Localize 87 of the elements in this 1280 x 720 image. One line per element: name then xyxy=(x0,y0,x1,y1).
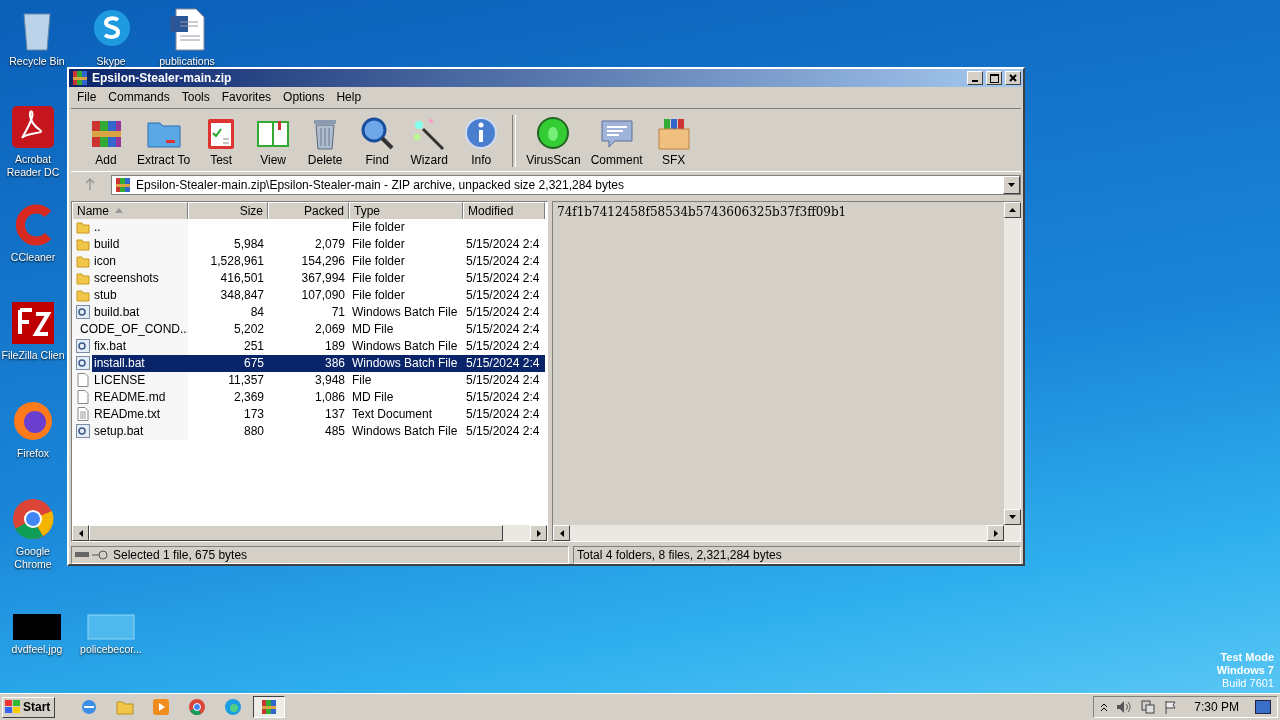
folder-icon xyxy=(76,254,90,269)
desktop-icon-label[interactable]: publications xyxy=(159,55,215,68)
speaker-icon[interactable] xyxy=(1116,700,1133,714)
window-title: Epsilon-Stealer-main.zip xyxy=(92,71,233,85)
network-icon[interactable] xyxy=(1140,700,1157,714)
left-arrow-icon xyxy=(78,529,83,537)
down-arrow-icon xyxy=(1009,515,1016,520)
close-icon xyxy=(1009,74,1017,82)
desktop-icon-label[interactable]: CCleaner xyxy=(10,251,56,264)
windows-logo-icon xyxy=(5,700,21,714)
os-info-text: Test Mode xyxy=(1220,651,1274,664)
flag-icon[interactable] xyxy=(1164,700,1179,714)
menu-item[interactable]: Tools xyxy=(175,89,216,104)
desktop-icon-label[interactable]: Acrobat Reader DC xyxy=(0,153,66,179)
close-button[interactable] xyxy=(1005,71,1021,85)
up-arrow-icon xyxy=(1009,207,1016,212)
right-arrow-icon xyxy=(993,529,998,537)
toolbar-button[interactable]: View xyxy=(248,114,299,171)
folder-icon xyxy=(76,288,90,303)
minimize-button[interactable] xyxy=(967,71,983,85)
play-icon xyxy=(152,698,171,716)
clock[interactable]: 7:30 PM xyxy=(1194,700,1239,714)
chevron-up-icon[interactable] xyxy=(1100,702,1109,712)
maximize-icon xyxy=(989,73,999,83)
fz-logo-icon xyxy=(10,300,56,346)
toolbar-button[interactable]: VirusScan xyxy=(522,114,585,171)
toolbar-button[interactable]: Delete xyxy=(300,114,351,171)
drive-key-icon xyxy=(75,550,109,560)
e-logo-icon xyxy=(80,698,99,716)
address-field[interactable]: Epsilon-Stealer-main.zip\Epsilon-Stealer-main - ZIP archive, unpacked size 2,321,284 bytes xyxy=(111,174,1021,195)
gear-file-icon xyxy=(76,424,90,439)
folder-icon xyxy=(76,220,90,235)
pdf-logo-icon xyxy=(10,104,56,150)
desktop-icon-label[interactable]: Recycle Bin xyxy=(9,55,65,68)
status-text: Selected 1 file, 675 bytes xyxy=(113,548,248,562)
gear-file-icon xyxy=(76,339,90,354)
column-header[interactable]: Modified xyxy=(463,201,545,220)
toolbar-button[interactable]: Comment xyxy=(586,114,647,171)
toolbar-button[interactable]: Add xyxy=(81,114,131,171)
folder-icon xyxy=(76,237,90,252)
folder-icon xyxy=(76,271,90,286)
desktop-icon-label[interactable]: Firefox xyxy=(16,447,50,460)
column-header[interactable]: Size xyxy=(188,201,268,220)
column-header[interactable]: Packed xyxy=(268,201,349,220)
image-thumbnail xyxy=(87,614,135,640)
toolbar-button[interactable]: Info xyxy=(456,114,507,171)
folder-icon xyxy=(116,698,135,716)
image-thumbnail xyxy=(13,614,61,640)
toolbar-button[interactable]: SFX xyxy=(648,114,699,171)
dropdown-button[interactable] xyxy=(1003,175,1020,194)
books-icon xyxy=(114,175,132,194)
menu-item[interactable]: File xyxy=(71,89,103,104)
books-icon xyxy=(260,698,279,716)
taskbar-app-button[interactable] xyxy=(253,696,286,718)
menu-item[interactable]: Favorites xyxy=(215,89,278,104)
vertical-scrollbar[interactable] xyxy=(1004,201,1020,526)
toolbar-button[interactable]: Extract To xyxy=(133,114,195,171)
maximize-button[interactable] xyxy=(986,71,1002,85)
menu-item[interactable]: Commands xyxy=(102,89,176,104)
start-button[interactable]: Start xyxy=(2,696,56,718)
menu-item[interactable]: Options xyxy=(277,89,331,104)
books-icon xyxy=(71,69,89,87)
chrome-logo-icon xyxy=(10,496,56,542)
os-info-text: Windows 7 xyxy=(1216,664,1274,677)
right-arrow-icon xyxy=(536,529,541,537)
desktop-icon-label[interactable]: Skype xyxy=(96,55,126,68)
toolbar-button[interactable]: Test xyxy=(196,114,247,171)
chrome-logo-icon xyxy=(188,698,207,716)
status-text: Total 4 folders, 8 files, 2,321,284 bytes xyxy=(577,548,782,562)
preview-text: 74f1b7412458f58534b5743606325b37f3ff09b1 xyxy=(556,203,848,221)
info-icon xyxy=(463,114,500,151)
desktop-icon-label[interactable]: FileZilla Clien xyxy=(1,349,65,362)
column-header[interactable]: Type xyxy=(349,201,463,220)
gear-file-icon xyxy=(76,356,90,371)
toolbar-button[interactable]: Wizard xyxy=(404,114,455,171)
os-info-text: Build 7601 xyxy=(1222,677,1274,690)
menu-item[interactable]: Help xyxy=(330,89,368,104)
horizontal-scrollbar[interactable] xyxy=(553,525,1020,542)
up-arrow-icon xyxy=(85,177,95,190)
desktop-icon-label[interactable]: Google Chrome xyxy=(0,545,66,571)
column-header[interactable]: Name xyxy=(72,201,188,220)
gear-file-icon xyxy=(76,305,90,320)
caret-icon xyxy=(1008,182,1015,187)
sort-arrow-icon xyxy=(115,208,123,214)
show-desktop-icon[interactable] xyxy=(1255,700,1271,714)
left-arrow-icon xyxy=(559,529,564,537)
toolbar-button[interactable]: Find xyxy=(352,114,403,171)
